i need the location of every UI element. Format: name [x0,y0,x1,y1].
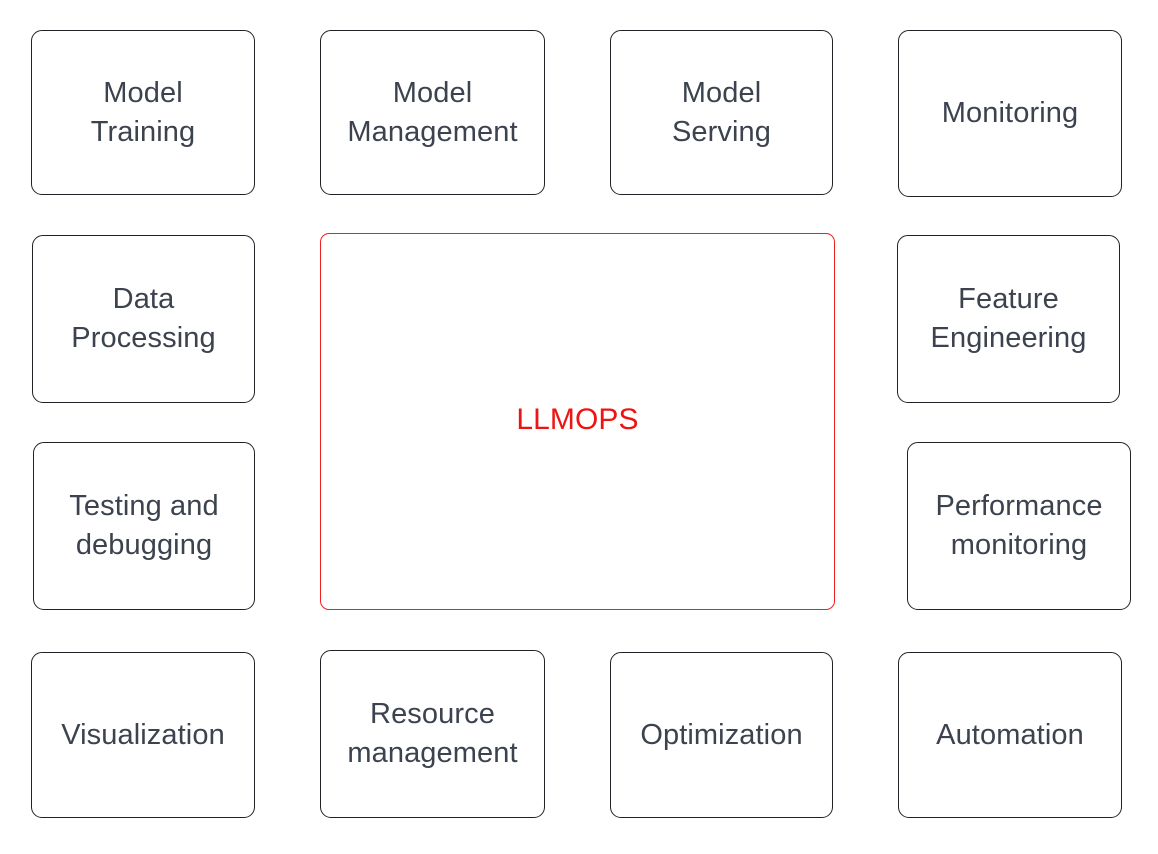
center-node-llmops[interactable]: LLMOPS [320,233,835,610]
node-label-resource-management: Resource management [347,698,518,769]
node-feature-engineering[interactable]: Feature Engineering [897,235,1120,403]
center-node-label: LLMOPS [516,403,639,436]
node-data-processing[interactable]: Data Processing [32,235,255,403]
node-label-monitoring: Monitoring [941,97,1079,129]
node-model-serving[interactable]: Model Serving [610,30,833,195]
node-label-model-training: Model Training [90,76,196,148]
node-resource-management[interactable]: Resource management [320,650,545,818]
node-label-model-management: Model Management [347,76,518,148]
diagram-canvas: LLMOPS Model Training Model Management Mod… [0,0,1158,854]
node-visualization[interactable]: Visualization [31,652,255,818]
node-label-optimization: Optimization [640,718,803,751]
node-label-testing-and-debugging: Testing and debugging [69,490,219,561]
node-performance-monitoring[interactable]: Performance monitoring [907,442,1131,610]
node-label-model-serving: Model Serving [671,76,772,148]
node-label-performance-monitoring: Performance monitoring [935,490,1103,561]
node-testing-and-debugging[interactable]: Testing and debugging [33,442,255,610]
node-label-feature-engineering: Feature Engineering [930,283,1087,354]
node-label-data-processing: Data Processing [71,283,216,354]
node-label-visualization: Visualization [61,718,225,751]
node-model-management[interactable]: Model Management [320,30,545,195]
node-optimization[interactable]: Optimization [610,652,833,818]
node-automation[interactable]: Automation [898,652,1122,818]
node-model-training[interactable]: Model Training [31,30,255,195]
node-monitoring[interactable]: Monitoring [898,30,1122,197]
node-label-automation: Automation [936,718,1084,751]
